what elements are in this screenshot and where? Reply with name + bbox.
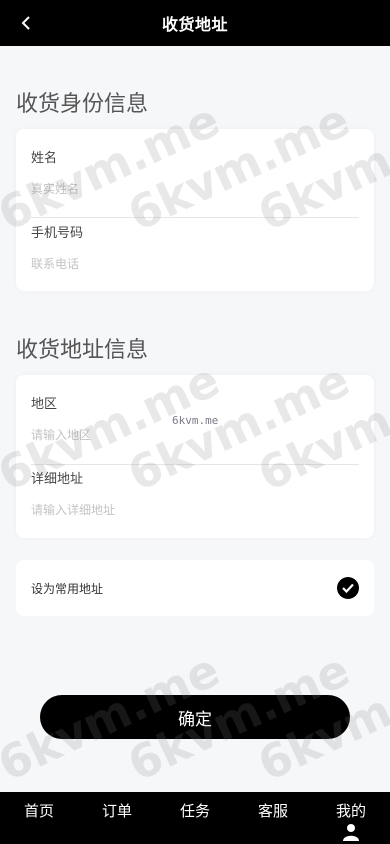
default-address-row[interactable]: 设为常用地址 [16, 560, 374, 616]
tab-home[interactable]: 首页 [0, 792, 78, 844]
phone-field: 手机号码 [31, 220, 359, 293]
tab-service[interactable]: 客服 [234, 792, 312, 844]
name-label: 姓名 [31, 151, 58, 166]
tab-orders[interactable]: 订单 [78, 792, 156, 844]
checkmark-icon [342, 583, 354, 594]
region-input[interactable] [31, 425, 331, 445]
region-field: 地区 [31, 391, 359, 464]
address-card: 地区 详细地址 [16, 375, 374, 538]
address-section-title: 收货地址信息 [16, 338, 149, 363]
detail-address-field: 详细地址 [31, 466, 359, 539]
tab-tasks[interactable]: 任务 [156, 792, 234, 844]
region-label: 地区 [31, 397, 58, 412]
divider [31, 464, 359, 465]
tab-label: 首页 [23, 802, 54, 820]
detail-address-input[interactable] [31, 500, 331, 520]
tab-label: 订单 [101, 802, 132, 820]
top-bar: 收货地址 [0, 0, 390, 46]
chevron-left-icon [21, 16, 30, 30]
name-field: 姓名 [31, 145, 359, 218]
bottom-tab-bar: 首页 订单 任务 客服 我的 [0, 792, 390, 844]
name-input[interactable] [31, 179, 331, 199]
divider [31, 217, 359, 218]
identity-card: 姓名 手机号码 [16, 129, 374, 291]
default-address-checkbox[interactable] [337, 577, 359, 599]
tab-label: 客服 [257, 802, 288, 820]
user-icon [343, 824, 359, 841]
tab-mine[interactable]: 我的 [312, 792, 390, 844]
tab-label: 任务 [179, 802, 210, 820]
page-title: 收货地址 [161, 15, 228, 34]
confirm-button[interactable]: 确定 [40, 695, 350, 739]
default-address-label: 设为常用地址 [31, 582, 104, 596]
phone-label: 手机号码 [31, 226, 84, 241]
phone-input[interactable] [31, 254, 331, 274]
identity-section-title: 收货身份信息 [16, 92, 149, 117]
detail-address-label: 详细地址 [31, 472, 84, 487]
back-button[interactable] [14, 11, 38, 35]
tab-label: 我的 [335, 802, 366, 820]
